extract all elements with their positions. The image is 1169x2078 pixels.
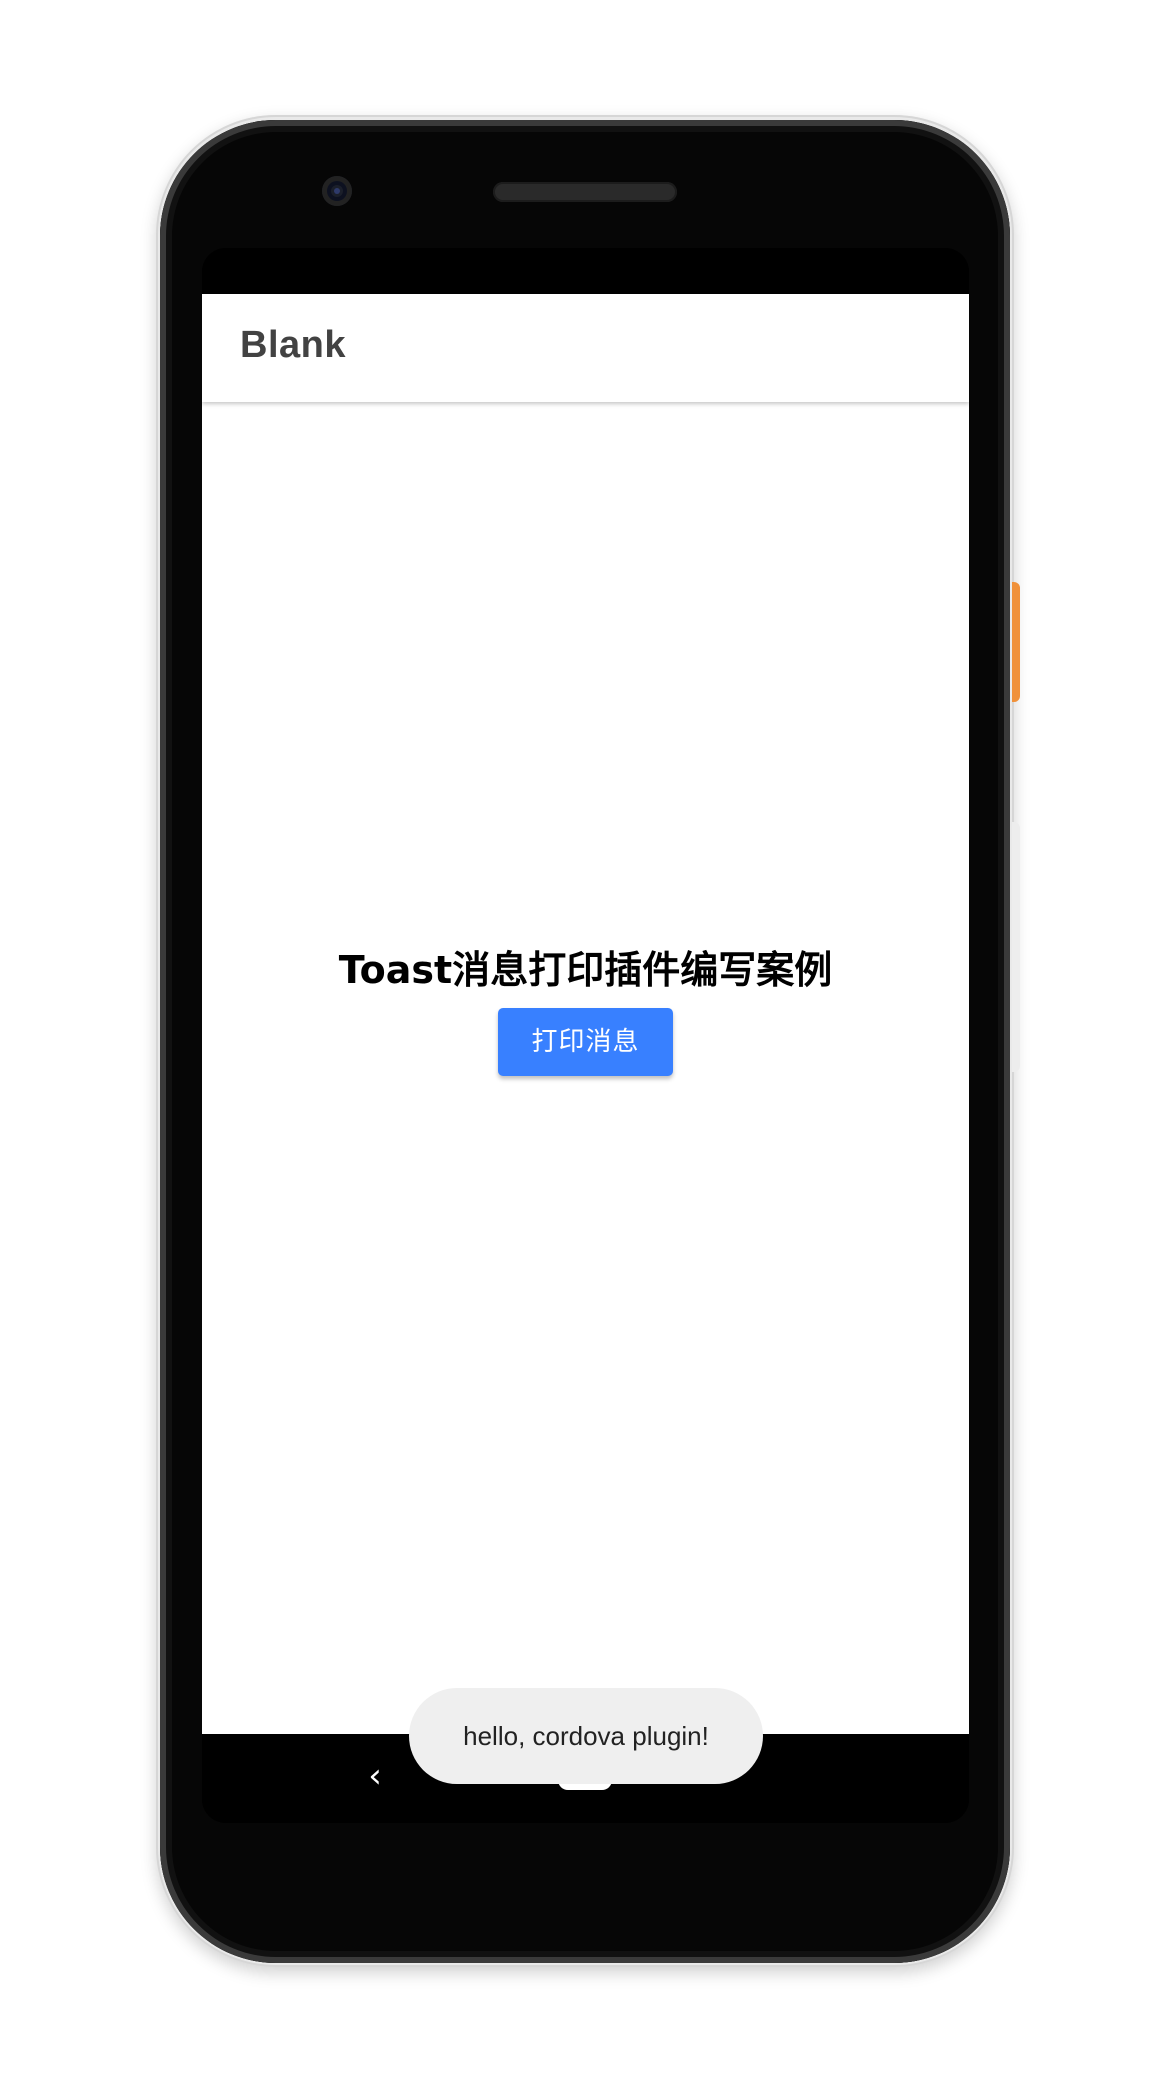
phone-screen: Blank Toast消息打印插件编写案例 打印消息 hello, cordov… (202, 248, 969, 1823)
toast-message: hello, cordova plugin! (409, 1688, 763, 1784)
front-camera-icon (322, 176, 352, 206)
print-message-button[interactable]: 打印消息 (498, 1008, 673, 1076)
page-content: Toast消息打印插件编写案例 打印消息 (202, 402, 969, 1734)
chevron-left-icon[interactable]: ‹ (360, 1756, 390, 1796)
page-title: Blank (240, 324, 346, 366)
phone-device-frame: Blank Toast消息打印插件编写案例 打印消息 hello, cordov… (0, 0, 1169, 2078)
app-toolbar: Blank (202, 294, 969, 402)
demo-heading: Toast消息打印插件编写案例 (338, 948, 833, 992)
volume-rocker[interactable] (1012, 822, 1020, 1072)
status-bar (202, 248, 969, 294)
earpiece-speaker (493, 182, 677, 202)
center-container: Toast消息打印插件编写案例 打印消息 (202, 942, 969, 1076)
power-button[interactable] (1012, 582, 1020, 702)
